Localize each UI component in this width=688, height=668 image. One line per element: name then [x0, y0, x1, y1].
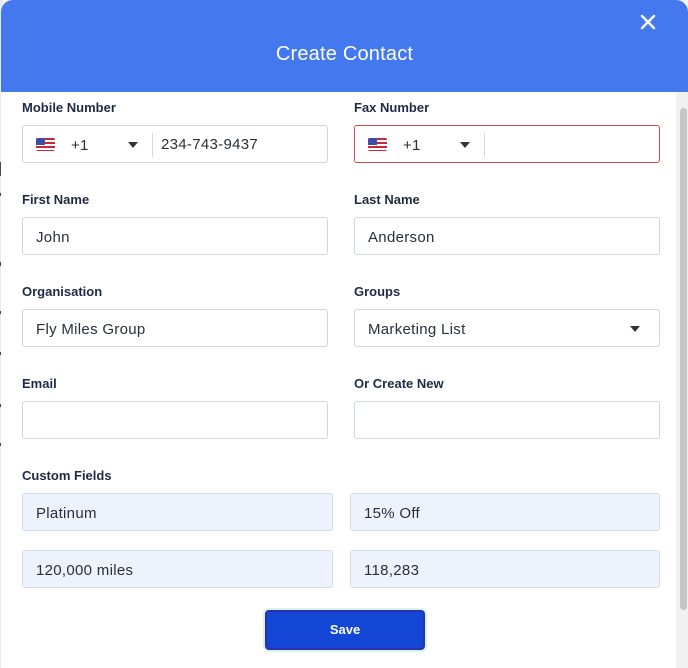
last-name-value: Anderson: [368, 229, 435, 246]
custom-field-value: 120,000 miles: [36, 562, 134, 579]
create-new-label: Or Create New: [354, 376, 444, 391]
chevron-down-icon[interactable]: [128, 142, 138, 148]
custom-field-value: 118,283: [364, 562, 420, 579]
country-code[interactable]: +1: [71, 137, 89, 154]
custom-field-input[interactable]: 15% Off: [350, 493, 660, 531]
first-name-value: John: [36, 229, 70, 246]
dialog-header: Create Contact: [1, 0, 688, 92]
groups-select[interactable]: Marketing List: [354, 309, 660, 347]
divider: [152, 133, 153, 157]
email-label: Email: [22, 376, 57, 391]
divider: [484, 133, 485, 157]
close-icon: [640, 14, 656, 30]
us-flag-icon: [368, 138, 387, 151]
last-name-input[interactable]: Anderson: [354, 217, 660, 255]
fax-number-input[interactable]: [493, 126, 653, 162]
dialog-title: Create Contact: [275, 43, 414, 65]
mobile-number-label: Mobile Number: [22, 100, 116, 115]
custom-fields-label: Custom Fields: [22, 468, 112, 483]
save-button[interactable]: Save: [265, 610, 425, 650]
custom-field-value: 15% Off: [364, 505, 421, 522]
country-code[interactable]: +1: [403, 137, 421, 154]
mobile-number-input[interactable]: [161, 126, 321, 162]
custom-field-value: Platinum: [36, 505, 97, 522]
close-button[interactable]: [636, 10, 660, 34]
chevron-down-icon: [630, 326, 640, 332]
fax-number-label: Fax Number: [354, 100, 430, 115]
scrollbar-thumb[interactable]: [680, 108, 687, 610]
organisation-input[interactable]: Fly Miles Group: [22, 309, 328, 347]
organisation-label: Organisation: [22, 284, 103, 299]
custom-field-input[interactable]: 120,000 miles: [22, 550, 333, 588]
fax-number-field: +1: [354, 125, 660, 163]
chevron-down-icon[interactable]: [460, 142, 470, 148]
first-name-input[interactable]: John: [22, 217, 328, 255]
first-name-label: First Name: [22, 192, 90, 207]
custom-field-input[interactable]: Platinum: [22, 493, 333, 531]
mobile-number-field: +1: [22, 125, 328, 163]
groups-selected-value: Marketing List: [368, 321, 466, 338]
create-new-input[interactable]: [354, 401, 660, 439]
organisation-value: Fly Miles Group: [36, 321, 146, 338]
us-flag-icon: [36, 138, 55, 151]
groups-label: Groups: [354, 284, 401, 299]
custom-field-input[interactable]: 118,283: [350, 550, 660, 588]
email-input[interactable]: [22, 401, 328, 439]
create-contact-dialog: Create Contact Mobile Number +1 Fax Numb…: [1, 0, 688, 668]
last-name-label: Last Name: [354, 192, 420, 207]
